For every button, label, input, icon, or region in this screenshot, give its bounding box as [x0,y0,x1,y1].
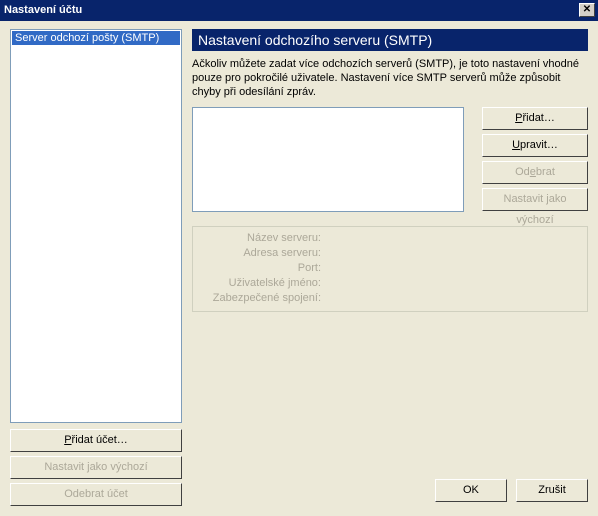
server-details: Název serveru: Adresa serveru: Port: Uži… [192,226,588,312]
port-label: Port: [201,261,321,276]
sidebar: Server odchozí pošty (SMTP) Přidat účet…… [10,29,182,510]
smtp-server-list[interactable] [192,107,464,212]
list-buttons: Přidat… Upravit… Odebrat Nastavit jako v… [482,107,588,215]
remove-account-button: Odebrat účet [10,483,182,506]
add-account-button[interactable]: Přidat účet… [10,429,182,452]
ok-button[interactable]: OK [435,479,507,502]
main-panel: Nastavení odchozího serveru (SMTP) Ačkol… [192,29,588,474]
tree-item-smtp[interactable]: Server odchozí pošty (SMTP) [12,31,180,45]
server-name-label: Název serveru: [201,231,321,246]
username-label: Uživatelské jméno: [201,276,321,291]
footer-buttons: OK Zrušit [429,479,588,506]
cancel-button[interactable]: Zrušit [516,479,588,502]
server-address-label: Adresa serveru: [201,246,321,261]
set-default-account-button: Nastavit jako výchozí [10,456,182,479]
sidebar-buttons: Přidat účet… Nastavit jako výchozí Odebr… [10,429,182,506]
list-area: Přidat… Upravit… Odebrat Nastavit jako v… [192,107,588,212]
panel-description: Ačkoliv můžete zadat více odchozích serv… [192,51,588,107]
account-tree[interactable]: Server odchozí pošty (SMTP) [10,29,182,423]
titlebar: Nastavení účtu ✕ [0,0,598,21]
add-server-button[interactable]: Přidat… [482,107,588,130]
edit-server-button[interactable]: Upravit… [482,134,588,157]
close-button[interactable]: ✕ [579,3,595,17]
panel-heading: Nastavení odchozího serveru (SMTP) [192,29,588,51]
window-title: Nastavení účtu [4,4,82,16]
set-default-server-button: Nastavit jako výchozí [482,188,588,211]
remove-server-button: Odebrat [482,161,588,184]
content: Server odchozí pošty (SMTP) Přidat účet…… [0,21,598,516]
secure-connection-label: Zabezpečené spojení: [201,291,321,306]
